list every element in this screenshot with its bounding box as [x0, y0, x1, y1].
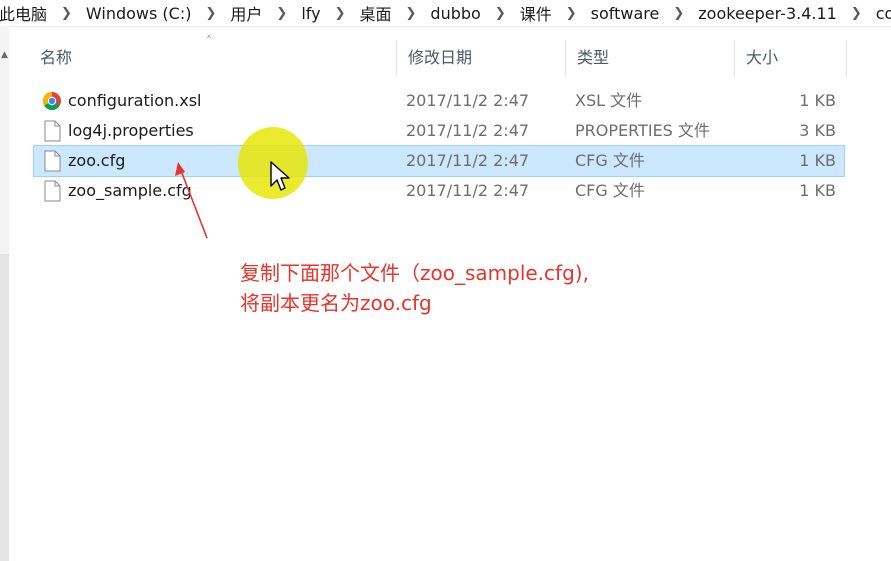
breadcrumb-item-users[interactable]: 用户	[224, 1, 268, 25]
file-date: 2017/11/2 2:47	[406, 121, 530, 140]
column-headers: ˄ 名称 修改日期 类型 大小	[28, 34, 848, 76]
breadcrumb-item-this-pc[interactable]: 此电脑	[0, 1, 53, 25]
column-header-date[interactable]: 修改日期	[396, 40, 565, 76]
breadcrumb-item-conf[interactable]: con	[870, 4, 891, 23]
annotation-line-2: 将副本更名为zoo.cfg	[240, 291, 432, 315]
scroll-up-icon[interactable]: ▲	[0, 50, 9, 60]
chevron-right-icon[interactable]: ❯	[398, 6, 425, 21]
file-size: 3 KB	[799, 121, 836, 140]
file-icon	[44, 150, 61, 172]
file-row-selected[interactable]: zoo.cfg 2017/11/2 2:47 CFG 文件 1 KB	[33, 145, 845, 177]
chrome-icon	[42, 92, 61, 111]
chevron-right-icon[interactable]: ❯	[665, 6, 692, 21]
chevron-right-icon[interactable]: ❯	[197, 6, 224, 21]
breadcrumb-item-software[interactable]: software	[585, 4, 666, 23]
navigation-pane-scrollbar[interactable]: ▲	[0, 26, 9, 561]
breadcrumb-item-lfy[interactable]: lfy	[295, 4, 326, 23]
chevron-right-icon[interactable]: ❯	[487, 6, 514, 21]
file-type: CFG 文件	[575, 181, 645, 200]
file-type: PROPERTIES 文件	[575, 121, 710, 140]
column-header-name[interactable]: 名称	[28, 40, 398, 76]
mouse-pointer-icon	[270, 161, 290, 191]
chevron-right-icon[interactable]: ❯	[843, 6, 870, 21]
chevron-right-icon[interactable]: ❯	[268, 6, 295, 21]
column-header-size[interactable]: 大小	[734, 40, 846, 76]
file-name[interactable]: configuration.xsl	[68, 86, 201, 116]
breadcrumb-item-dubbo[interactable]: dubbo	[424, 4, 486, 23]
chevron-right-icon[interactable]: ❯	[53, 6, 80, 21]
annotation-line-1: 复制下面那个文件（zoo_sample.cfg),	[240, 261, 589, 285]
file-icon	[44, 180, 61, 202]
file-date: 2017/11/2 2:47	[406, 181, 530, 200]
chevron-right-icon[interactable]: ❯	[558, 6, 585, 21]
file-row[interactable]: zoo_sample.cfg 2017/11/2 2:47 CFG 文件 1 K…	[34, 176, 844, 206]
file-icon	[44, 120, 61, 142]
file-row[interactable]: configuration.xsl 2017/11/2 2:47 XSL 文件 …	[34, 86, 844, 116]
file-size: 1 KB	[799, 91, 836, 110]
file-type: XSL 文件	[575, 91, 643, 110]
file-name[interactable]: zoo_sample.cfg	[68, 176, 192, 206]
file-date: 2017/11/2 2:47	[406, 151, 530, 170]
file-row[interactable]: log4j.properties 2017/11/2 2:47 PROPERTI…	[34, 116, 844, 146]
column-header-type[interactable]: 类型	[565, 40, 734, 76]
file-date: 2017/11/2 2:47	[406, 91, 530, 110]
column-divider[interactable]	[846, 40, 847, 76]
file-name[interactable]: zoo.cfg	[68, 146, 125, 176]
scrollbar-thumb[interactable]	[0, 254, 9, 561]
breadcrumb-item-desktop[interactable]: 桌面	[353, 1, 397, 25]
annotation-text: 复制下面那个文件（zoo_sample.cfg), 将副本更名为zoo.cfg	[240, 258, 589, 318]
breadcrumb-item-windows-c[interactable]: Windows (C:)	[80, 4, 198, 23]
file-size: 1 KB	[799, 151, 836, 170]
file-name[interactable]: log4j.properties	[68, 116, 194, 146]
breadcrumb: 此电脑 ❯ Windows (C:) ❯ 用户 ❯ lfy ❯ 桌面 ❯ dub…	[0, 0, 891, 27]
breadcrumb-item-courseware[interactable]: 课件	[514, 1, 558, 25]
file-type: CFG 文件	[575, 151, 645, 170]
file-list: configuration.xsl 2017/11/2 2:47 XSL 文件 …	[33, 86, 845, 206]
breadcrumb-item-zookeeper[interactable]: zookeeper-3.4.11	[692, 4, 843, 23]
chevron-right-icon[interactable]: ❯	[327, 6, 354, 21]
file-size: 1 KB	[799, 181, 836, 200]
